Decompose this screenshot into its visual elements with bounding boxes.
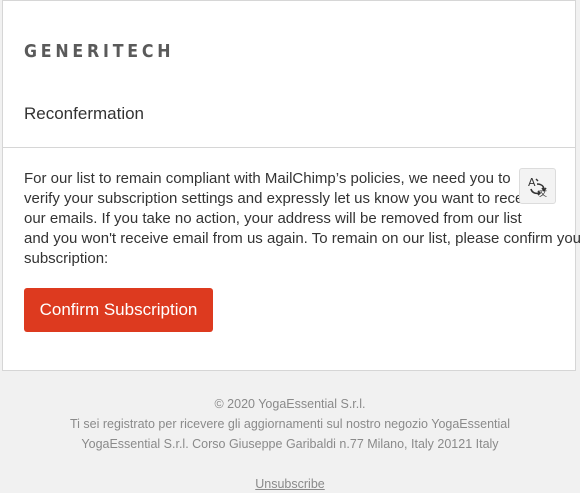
translate-icon: A 文	[528, 176, 547, 197]
svg-text:A: A	[528, 176, 536, 189]
unsubscribe-link[interactable]: Unsubscribe	[255, 477, 324, 491]
email-heading: Reconfermation	[24, 104, 145, 123]
email-card: GENERITECH Reconfermation For our list t…	[2, 0, 580, 371]
body-line: subscription:	[24, 250, 109, 267]
footer-reason: Ti sei registrato per ricevere gli aggio…	[69, 417, 511, 431]
body-text: For our list to remain compliant with Ma…	[24, 169, 580, 269]
body-line: and you won't receive email from us agai…	[24, 230, 580, 247]
brand-logo: GENERITECH	[24, 41, 175, 62]
body-line: our emails. If you take no action, your …	[24, 210, 522, 227]
footer-copyright: © 2020 YogaEssential S.r.l.	[214, 397, 366, 411]
footer-address: YogaEssential S.r.l. Corso Giuseppe Gari…	[81, 437, 499, 451]
body-line: verify your subscription settings and ex…	[24, 190, 543, 207]
body-line: For our list to remain compliant with Ma…	[24, 170, 511, 187]
translate-button[interactable]: A 文	[519, 168, 556, 204]
confirm-subscription-button[interactable]: Confirm Subscription	[24, 288, 213, 332]
svg-text:文: 文	[539, 188, 547, 197]
unsubscribe-container: Unsubscribe	[0, 477, 580, 491]
divider	[3, 147, 575, 148]
